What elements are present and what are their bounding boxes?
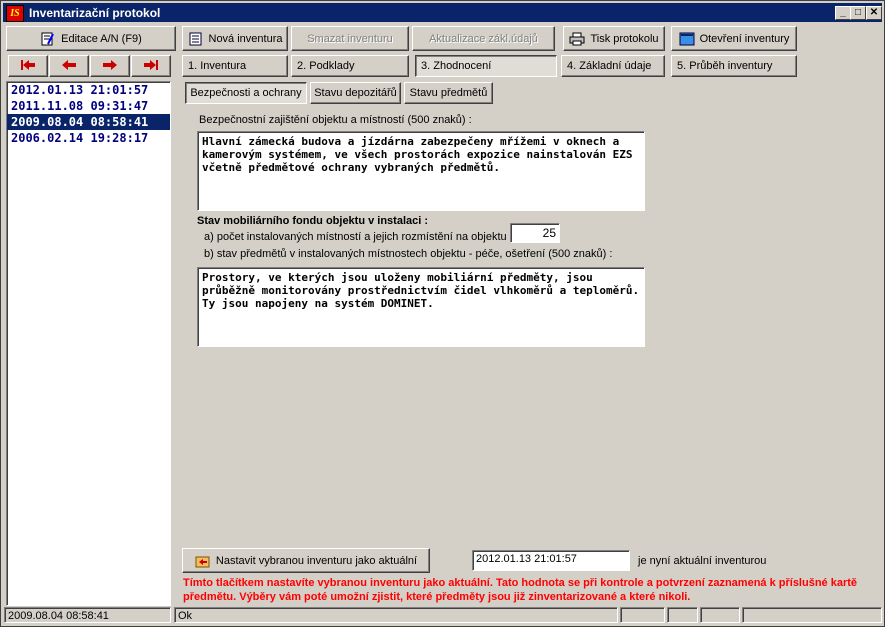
rooms-label: a) počet instalovaných místností a jejic… (204, 231, 513, 243)
open-inventory-label: Otevření inventury (699, 32, 790, 45)
status-date: 2009.08.04 08:58:41 (4, 607, 171, 623)
edit-toggle-label: Editace A/N (F9) (61, 32, 142, 45)
last-record-button[interactable] (131, 55, 171, 77)
status-message: Ok (174, 607, 618, 623)
edit-icon (40, 32, 56, 46)
print-protocol-label: Tisk protokolu (590, 32, 659, 45)
subtab-security-label: Bezpečnosti a ochrany (190, 87, 302, 99)
tab-inventura[interactable]: 1. Inventura (182, 55, 288, 77)
tab-podklady-label: 2. Podklady (297, 60, 355, 72)
subtab-depositories[interactable]: Stavu depozitářů (310, 82, 401, 104)
list-item[interactable]: 2012.01.13 21:01:57 (7, 82, 170, 98)
tab-prubeh-inventury[interactable]: 5. Průběh inventury (671, 55, 797, 77)
first-record-button[interactable] (8, 55, 48, 77)
state-label: b) stav předmětů v instalovaných místnos… (204, 248, 613, 260)
next-record-button[interactable] (90, 55, 130, 77)
prev-arrow-icon (60, 59, 78, 74)
status-panel-5 (700, 607, 740, 623)
list-item[interactable]: 2011.11.08 09:31:47 (7, 98, 170, 114)
status-panel-3 (620, 607, 665, 623)
next-arrow-icon (101, 59, 119, 74)
printer-icon (569, 32, 585, 46)
status-panel-6 (742, 607, 882, 623)
current-inventory-suffix: je nyní aktuální inventurou (638, 555, 767, 567)
new-document-icon (188, 32, 204, 46)
subtab-items-label: Stavu předmětů (409, 87, 488, 99)
prev-record-button[interactable] (49, 55, 89, 77)
print-protocol-button[interactable]: Tisk protokolu (563, 26, 665, 51)
furniture-heading: Stav mobiliárního fondu objektu v instal… (197, 215, 429, 227)
list-item[interactable]: 2006.02.14 19:28:17 (7, 130, 170, 146)
delete-inventory-button[interactable]: Smazat inventuru (291, 26, 409, 51)
window-title: Inventarizační protokol (29, 6, 161, 20)
security-textarea[interactable]: Hlavní zámecká budova a jízdárna zabezpe… (197, 131, 645, 211)
set-current-icon (195, 554, 211, 568)
tab-prubeh-inventury-label: 5. Průběh inventury (677, 60, 773, 72)
set-current-button[interactable]: Nastavit vybranou inventuru jako aktuáln… (182, 548, 430, 573)
current-inventory-field[interactable]: 2012.01.13 21:01:57 (472, 550, 630, 571)
tab-zakladni-udaje-label: 4. Základní údaje (567, 60, 652, 72)
update-basic-data-label: Aktualizace zákl.údajů (429, 32, 538, 45)
new-inventory-button[interactable]: Nová inventura (182, 26, 288, 51)
state-textarea[interactable]: Prostory, ve kterých jsou uloženy mobili… (197, 267, 645, 347)
update-basic-data-button[interactable]: Aktualizace zákl.údajů (412, 26, 555, 51)
window-icon (679, 32, 695, 46)
list-item[interactable]: 2009.08.04 08:58:41 (7, 114, 170, 130)
new-inventory-label: Nová inventura (208, 32, 283, 45)
tab-podklady[interactable]: 2. Podklady (291, 55, 409, 77)
tab-zhodnoceni-label: 3. Zhodnocení (421, 60, 492, 72)
status-panel-4 (667, 607, 698, 623)
tab-zakladni-udaje[interactable]: 4. Základní údaje (561, 55, 665, 77)
delete-inventory-label: Smazat inventuru (307, 32, 393, 45)
edit-toggle-button[interactable]: Editace A/N (F9) (6, 26, 176, 51)
warning-text: Tímto tlačítkem nastavíte vybranou inven… (183, 577, 858, 603)
last-arrow-icon (142, 59, 160, 74)
app-icon: IS (6, 5, 24, 22)
tab-inventura-label: 1. Inventura (188, 60, 247, 72)
security-label: Bezpečnostní zajištění objektu a místnos… (199, 114, 472, 126)
minimize-button[interactable]: _ (835, 6, 851, 20)
tab-zhodnoceni[interactable]: 3. Zhodnocení (415, 55, 557, 77)
maximize-button[interactable]: □ (850, 6, 866, 20)
main-window: IS Inventarizační protokol _ □ ✕ Editace… (0, 0, 885, 627)
rooms-count-input[interactable]: 25 (510, 223, 560, 243)
subtab-depositories-label: Stavu depozitářů (314, 87, 397, 99)
subtab-security[interactable]: Bezpečnosti a ochrany (185, 82, 307, 104)
inventory-list[interactable]: 2012.01.13 21:01:57 2011.11.08 09:31:47 20… (6, 81, 171, 606)
subtab-items[interactable]: Stavu předmětů (404, 82, 493, 104)
first-arrow-icon (19, 59, 37, 74)
set-current-label: Nastavit vybranou inventuru jako aktuáln… (215, 554, 418, 567)
close-button[interactable]: ✕ (866, 6, 882, 20)
open-inventory-button[interactable]: Otevření inventury (671, 26, 797, 51)
title-bar: IS Inventarizační protokol _ □ ✕ (3, 3, 882, 22)
